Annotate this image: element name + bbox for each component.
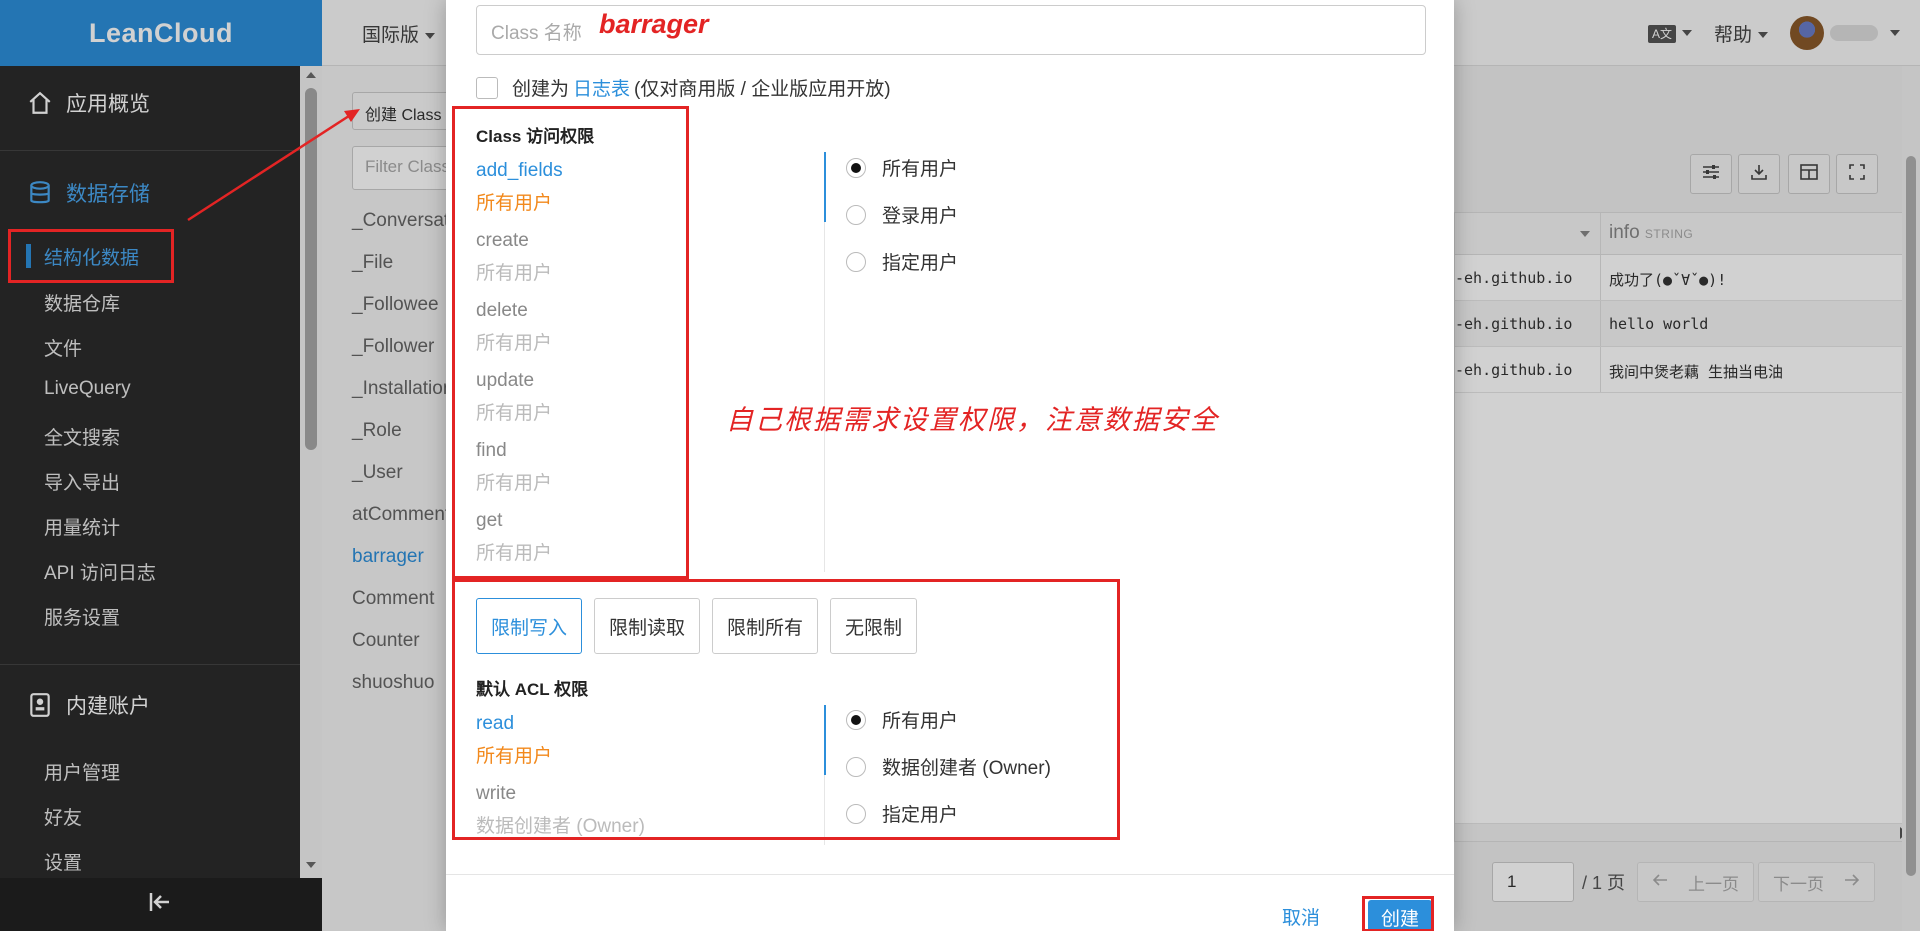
perm-name: delete <box>476 300 528 321</box>
radio-label: 登录用户 <box>882 206 959 227</box>
perm-value: 所有用户 <box>476 193 553 214</box>
perm-value: 所有用户 <box>476 473 553 494</box>
perm-value: 所有用户 <box>476 333 553 354</box>
create-class-modal: Class 名称 barrager 创建为 日志表 (仅对商用版 / 企业版应用… <box>446 0 1454 931</box>
radio-label: 所有用户 <box>882 711 959 732</box>
perm-name: read <box>476 713 515 734</box>
radio-label: 指定用户 <box>882 805 959 826</box>
acl-radio-all-users[interactable]: 所有用户 <box>846 706 958 733</box>
perm-value: 数据创建者 (Owner) <box>476 816 645 837</box>
perm-add-fields[interactable]: add_fields 所有用户 <box>476 160 563 215</box>
perm-divider-active <box>824 152 826 222</box>
radio-checked[interactable] <box>846 157 866 178</box>
perm-value: 所有用户 <box>476 403 553 424</box>
log-table-link[interactable]: 日志表 <box>573 74 630 101</box>
perm-find[interactable]: find 所有用户 <box>476 440 552 495</box>
acl-radio-specific[interactable]: 指定用户 <box>846 800 958 827</box>
class-radio-all-users[interactable]: 所有用户 <box>846 154 958 181</box>
perm-name: add_fields <box>476 160 563 181</box>
perm-create[interactable]: create 所有用户 <box>476 230 552 285</box>
radio-label: 指定用户 <box>882 253 959 274</box>
annotation-note: 自己根据需求设置权限，注意数据安全 <box>726 405 1219 435</box>
radio[interactable] <box>846 756 866 777</box>
perm-value: 所有用户 <box>476 746 553 767</box>
modal-footer-divider <box>446 874 1454 875</box>
perm-name: find <box>476 440 507 461</box>
perm-name: get <box>476 510 503 531</box>
class-radio-specific[interactable]: 指定用户 <box>846 248 958 275</box>
perm-delete[interactable]: delete 所有用户 <box>476 300 552 355</box>
checkbox-prefix: 创建为 <box>512 79 570 100</box>
perm-name: create <box>476 230 529 251</box>
create-button[interactable]: 创建 <box>1368 900 1432 931</box>
log-table-checkbox[interactable] <box>476 76 498 99</box>
radio[interactable] <box>846 251 866 272</box>
perm-get[interactable]: get 所有用户 <box>476 510 552 565</box>
acl-write[interactable]: write 数据创建者 (Owner) <box>476 783 645 838</box>
radio-label: 所有用户 <box>882 159 959 180</box>
preset-unrestricted-button[interactable]: 无限制 <box>830 598 918 654</box>
class-radio-logged-in[interactable]: 登录用户 <box>846 201 958 228</box>
cancel-button[interactable]: 取消 <box>1282 903 1320 930</box>
perm-update[interactable]: update 所有用户 <box>476 370 552 425</box>
radio[interactable] <box>846 204 866 225</box>
acl-radio-owner[interactable]: 数据创建者 (Owner) <box>846 753 1051 780</box>
radio-checked[interactable] <box>846 709 866 730</box>
acl-read[interactable]: read 所有用户 <box>476 713 552 768</box>
perm-value: 所有用户 <box>476 263 553 284</box>
perm-name: write <box>476 783 517 804</box>
acl-divider-active <box>824 705 826 775</box>
perm-value: 所有用户 <box>476 543 553 564</box>
radio-label: 数据创建者 (Owner) <box>882 758 1051 779</box>
default-acl-title: 默认 ACL 权限 <box>476 680 589 699</box>
perm-name: update <box>476 370 535 391</box>
log-table-option: 创建为 日志表 (仅对商用版 / 企业版应用开放) <box>476 74 891 101</box>
acl-preset-buttons: 限制写入 限制读取 限制所有 无限制 <box>476 598 918 654</box>
preset-restrict-all-button[interactable]: 限制所有 <box>712 598 819 654</box>
radio[interactable] <box>846 803 866 824</box>
checkbox-suffix: (仅对商用版 / 企业版应用开放) <box>634 79 891 100</box>
class-acl-title: Class 访问权限 <box>476 127 595 146</box>
class-name-value: barrager <box>599 9 709 39</box>
preset-restrict-write-button[interactable]: 限制写入 <box>476 598 583 654</box>
preset-restrict-read-button[interactable]: 限制读取 <box>594 598 701 654</box>
